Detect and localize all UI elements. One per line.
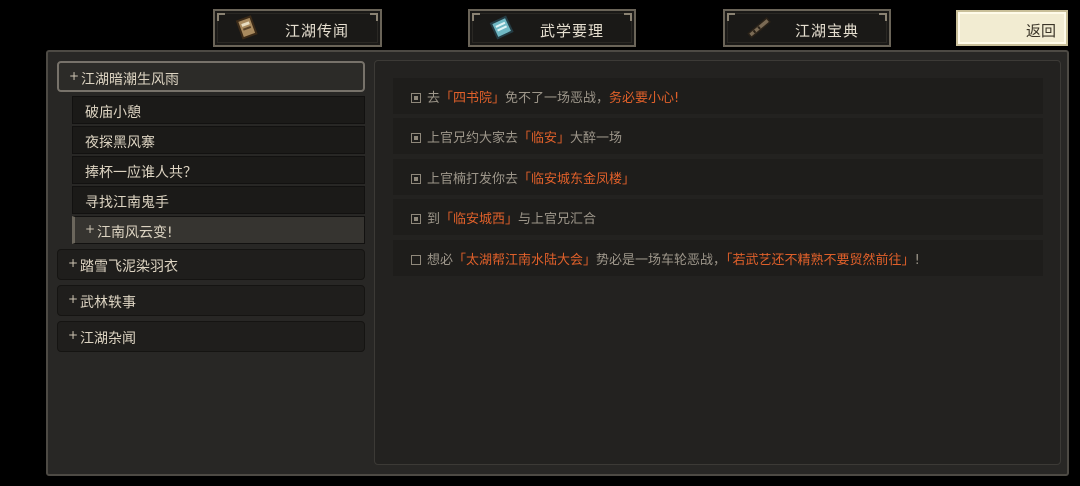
back-button[interactable]: 返回 [956, 10, 1068, 46]
quest-text-part: ! [914, 253, 920, 268]
chapter-label: 江湖杂闻 [80, 331, 136, 347]
quest-text: 去「四书院」免不了一场恶战，务必要小心! [411, 87, 679, 106]
quest-text-part: 免不了一场恶战， [505, 91, 610, 106]
main-frame: + 江湖暗潮生风雨 破庙小憩 夜探黑风寨 捧杯一应谁人共？ 寻找江南鬼手 + 江… [46, 50, 1069, 476]
quest-text-part: 上官兄约大家去 [427, 131, 519, 146]
quest-text-part: 上官楠打发你去 [427, 172, 519, 187]
quest-text: 到「临安城西」与上官兄汇合 [411, 208, 596, 227]
quest-text-part: 大醉一场 [570, 131, 623, 146]
quest-row-active: 想必「太湖帮江南水陆大会」势必是一场车轮恶战，「若武艺还不精熟不要贸然前往」! [393, 240, 1043, 276]
quest-text-part: 势必是一场车轮恶战， [596, 253, 727, 268]
subchapter-label: 破庙小憩 [85, 105, 141, 121]
subchapter-label: 寻找江南鬼手 [85, 195, 169, 211]
subchapter-label: 夜探黑风寨 [85, 135, 155, 151]
quest-warning: 务必要小心! [609, 91, 680, 106]
quest-location: 「四书院」 [440, 91, 506, 106]
quest-text: 上官兄约大家去「临安」大醉一场 [411, 127, 622, 146]
tab-martial-theory[interactable]: 武学要理 [468, 9, 636, 47]
expand-marker-icon: + [68, 292, 79, 306]
quest-location: 「临安城东金凤楼」 [518, 172, 636, 187]
checkbox-empty-icon [411, 255, 421, 265]
selected-marker-icon: + [85, 222, 96, 236]
back-button-label: 返回 [1025, 22, 1056, 40]
quest-panel: 去「四书院」免不了一场恶战，务必要小心! 上官兄约大家去「临安」大醉一场 上官楠… [374, 60, 1061, 465]
chapter-item[interactable]: + 江湖杂闻 [57, 321, 365, 352]
subchapter-item[interactable]: 夜探黑风寨 [72, 126, 365, 154]
expand-marker-icon: + [69, 69, 80, 83]
subchapter-item[interactable]: 寻找江南鬼手 [72, 186, 365, 214]
subchapter-item[interactable]: 破庙小憩 [72, 96, 365, 124]
quest-row: 上官兄约大家去「临安」大醉一场 [393, 118, 1043, 154]
chapter-item[interactable]: + 武林轶事 [57, 285, 365, 316]
tab-jianghu-rumors[interactable]: 江湖传闻 [213, 9, 382, 47]
quest-warning: 「若武艺还不精熟不要贸然前往」 [726, 253, 915, 268]
scroll-book-icon [235, 15, 258, 40]
chapter-item[interactable]: + 江湖暗潮生风雨 [57, 61, 365, 92]
quest-location: 「太湖帮江南水陆大会」 [453, 253, 597, 268]
chapter-label: 踏雪飞泥染羽衣 [80, 259, 178, 275]
chapter-label: 武林轶事 [80, 295, 136, 311]
quest-text-part: 去 [427, 91, 441, 106]
tab-label: 江湖宝典 [795, 22, 860, 40]
chapter-label: 江湖暗潮生风雨 [81, 72, 179, 88]
checkbox-checked-icon [411, 174, 421, 184]
quest-text: 想必「太湖帮江南水陆大会」势必是一场车轮恶战，「若武艺还不精熟不要贸然前往」! [411, 249, 920, 268]
quest-row: 到「临安城西」与上官兄汇合 [393, 199, 1043, 235]
chapter-item[interactable]: + 踏雪飞泥染羽衣 [57, 249, 365, 280]
flute-icon [747, 17, 771, 39]
quest-text-part: 到 [427, 212, 441, 227]
quest-text: 上官楠打发你去「临安城东金凤楼」 [411, 168, 635, 187]
quest-text-part: 与上官兄汇合 [518, 212, 597, 227]
checkbox-checked-icon [411, 93, 421, 103]
quest-location: 「临安」 [518, 131, 571, 146]
checkbox-checked-icon [411, 133, 421, 143]
tab-label: 武学要理 [540, 22, 605, 40]
subchapter-item[interactable]: 捧杯一应谁人共？ [72, 156, 365, 184]
quest-row: 上官楠打发你去「临安城东金凤楼」 [393, 159, 1043, 195]
expand-marker-icon: + [68, 328, 79, 342]
quest-row: 去「四书院」免不了一场恶战，务必要小心! [393, 78, 1043, 114]
manual-book-icon [489, 15, 514, 40]
subchapter-item-selected[interactable]: + 江南风云变! [72, 216, 365, 244]
tab-jianghu-treasury[interactable]: 江湖宝典 [723, 9, 891, 47]
quest-text-part: 想必 [427, 253, 454, 268]
subchapter-label: 捧杯一应谁人共？ [85, 165, 197, 181]
expand-marker-icon: + [68, 256, 79, 270]
subchapter-label: 江南风云变! [97, 225, 173, 241]
tab-label: 江湖传闻 [285, 22, 350, 40]
quest-location: 「临安城西」 [440, 212, 519, 227]
checkbox-checked-icon [411, 214, 421, 224]
